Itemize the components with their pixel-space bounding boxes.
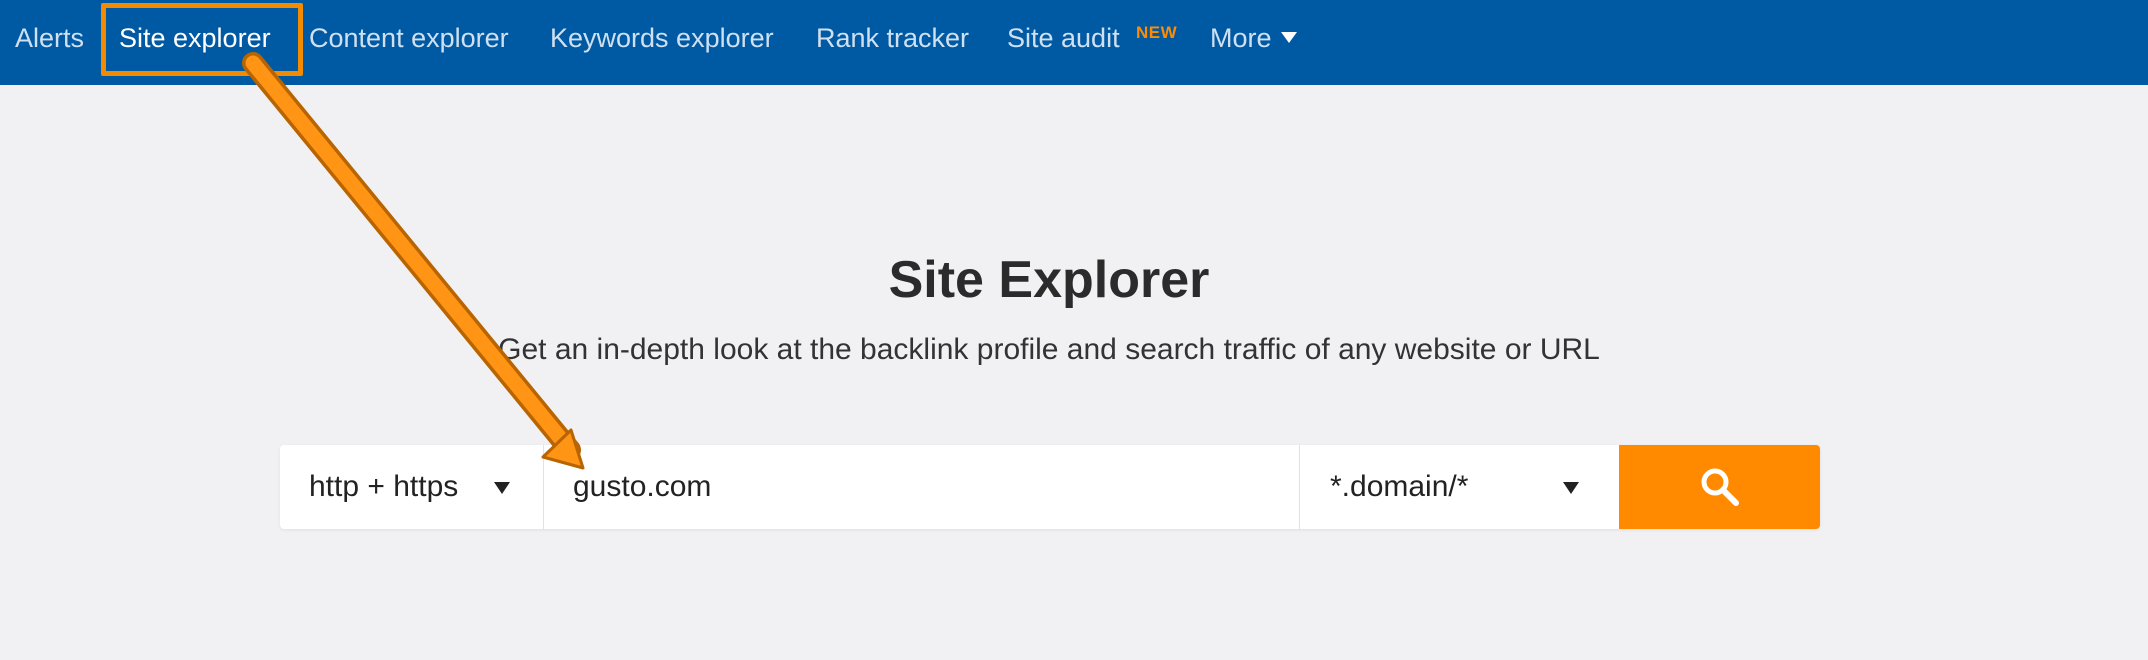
- nav-item-site-audit[interactable]: Site audit: [1007, 0, 1120, 85]
- protocol-dropdown[interactable]: http + https: [280, 445, 544, 529]
- nav-item-more[interactable]: More: [1210, 0, 1297, 85]
- search-bar: http + https *.domain/*: [280, 445, 1820, 529]
- caret-down-icon: [1280, 32, 1297, 44]
- new-badge: NEW: [1136, 23, 1178, 42]
- mode-dropdown-label: *.domain/*: [1330, 470, 1469, 503]
- nav-item-content-explorer[interactable]: Content explorer: [309, 0, 509, 85]
- page-subtitle: Get an in-depth look at the backlink pro…: [498, 333, 1600, 366]
- nav-item-rank-tracker[interactable]: Rank tracker: [816, 0, 969, 85]
- annotation-arrow: [242, 52, 585, 470]
- nav-item-site-explorer[interactable]: Site explorer: [119, 0, 271, 85]
- search-button[interactable]: [1619, 445, 1820, 529]
- top-navigation: Alerts Site explorer Content explorer Ke…: [0, 0, 2148, 85]
- caret-down-icon: [494, 482, 510, 494]
- url-input[interactable]: [544, 445, 1299, 529]
- page-title: Site Explorer: [888, 251, 1210, 309]
- nav-item-more-label: More: [1210, 23, 1272, 53]
- mode-dropdown[interactable]: *.domain/*: [1299, 445, 1619, 529]
- search-icon: [1701, 468, 1739, 506]
- caret-down-icon: [1563, 482, 1579, 494]
- protocol-dropdown-label: http + https: [309, 470, 459, 503]
- nav-item-alerts[interactable]: Alerts: [15, 0, 84, 85]
- nav-item-keywords-explorer[interactable]: Keywords explorer: [550, 0, 774, 85]
